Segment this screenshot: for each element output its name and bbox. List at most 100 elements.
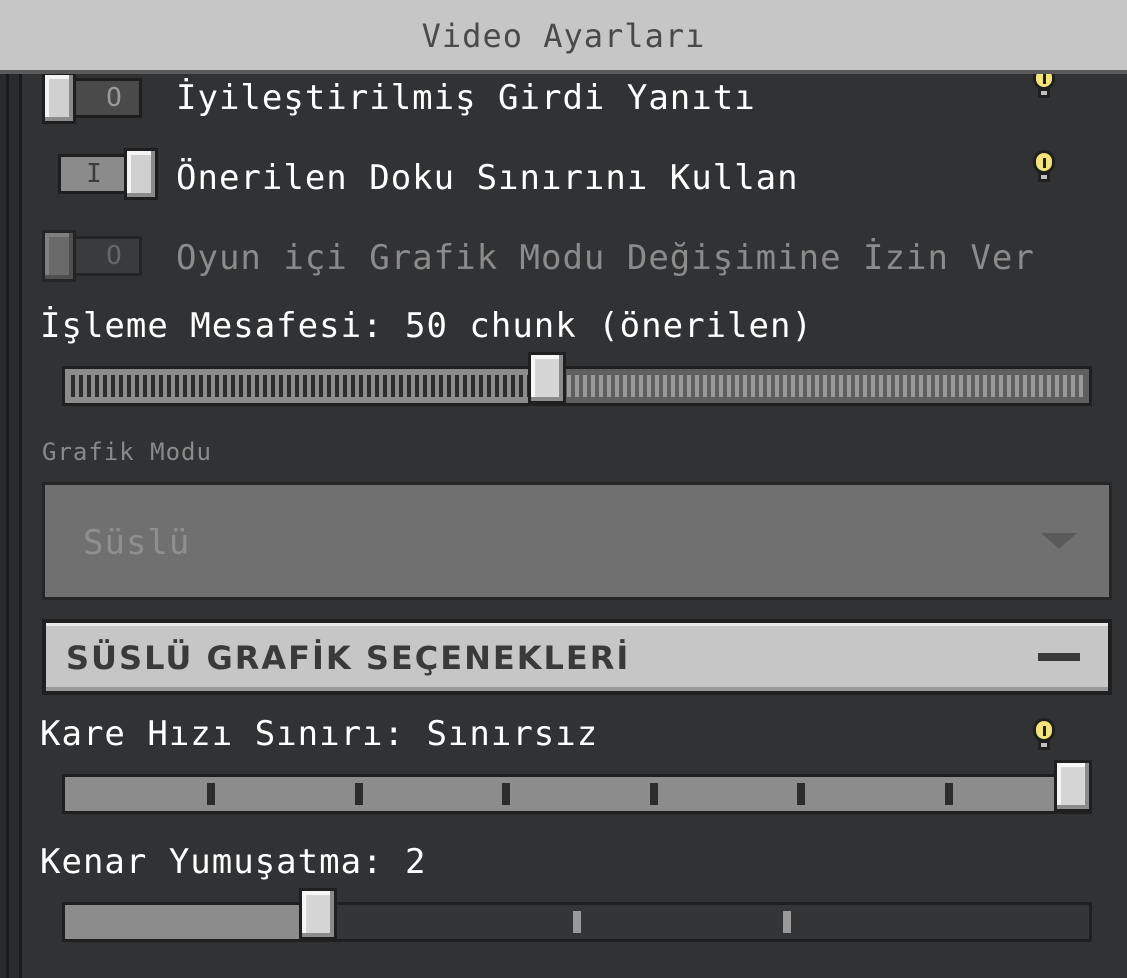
slider-segment bbox=[919, 375, 923, 397]
slider-segment bbox=[671, 375, 675, 397]
slider-segment bbox=[567, 375, 571, 397]
slider-segment bbox=[431, 375, 435, 397]
slider-segment bbox=[495, 375, 499, 397]
slider-segment bbox=[247, 375, 251, 397]
slider-segment bbox=[1007, 375, 1011, 397]
slider-segment bbox=[959, 375, 963, 397]
slider-segment bbox=[647, 375, 651, 397]
slider-segment bbox=[975, 375, 979, 397]
slider-segment bbox=[439, 375, 443, 397]
slider-segment bbox=[367, 375, 371, 397]
slider-segment bbox=[743, 375, 747, 397]
slider-segment bbox=[415, 375, 419, 397]
anti-aliasing-label: Kenar Yumuşatma: 2 bbox=[40, 842, 427, 882]
slider-segment bbox=[303, 375, 307, 397]
slider-handle[interactable] bbox=[528, 352, 566, 404]
page-title: Video Ayarları bbox=[0, 0, 1127, 74]
slider-segment bbox=[215, 375, 219, 397]
toggle-recommended-texture-limit[interactable]: I bbox=[58, 148, 158, 200]
slider-segment bbox=[631, 375, 635, 397]
slider-segment bbox=[271, 375, 275, 397]
slider-segment bbox=[511, 375, 515, 397]
slider-segment bbox=[663, 375, 667, 397]
slider-segment bbox=[999, 375, 1003, 397]
slider-handle[interactable] bbox=[299, 888, 337, 940]
slider-segment bbox=[815, 375, 819, 397]
slider-segment bbox=[983, 375, 987, 397]
slider-segment bbox=[1039, 375, 1043, 397]
slider-segment bbox=[751, 375, 755, 397]
slider-segment bbox=[791, 375, 795, 397]
slider-segment bbox=[943, 375, 947, 397]
slider-segment bbox=[327, 375, 331, 397]
info-icon[interactable] bbox=[1033, 150, 1055, 186]
toggle-symbol: I bbox=[86, 159, 102, 189]
slider-segment bbox=[863, 375, 867, 397]
slider-tick bbox=[573, 911, 581, 933]
slider-segment bbox=[855, 375, 859, 397]
slider-segment bbox=[223, 375, 227, 397]
slider-segment bbox=[375, 375, 379, 397]
chevron-down-icon bbox=[1041, 533, 1077, 549]
render-distance-slider[interactable] bbox=[62, 352, 1092, 406]
slider-segment bbox=[71, 375, 75, 397]
slider-segment bbox=[927, 375, 931, 397]
slider-segment bbox=[167, 375, 171, 397]
slider-segment bbox=[1063, 375, 1067, 397]
slider-segment bbox=[607, 375, 611, 397]
slider-segment bbox=[143, 375, 147, 397]
slider-segment bbox=[383, 375, 387, 397]
slider-tick bbox=[502, 783, 510, 805]
slider-segment bbox=[391, 375, 395, 397]
slider-segment bbox=[239, 375, 243, 397]
slider-segment bbox=[823, 375, 827, 397]
toggle-knob[interactable] bbox=[42, 74, 76, 124]
slider-segment bbox=[1079, 375, 1083, 397]
slider-handle[interactable] bbox=[1054, 760, 1092, 812]
slider-segment bbox=[1055, 375, 1059, 397]
info-icon[interactable] bbox=[1033, 74, 1055, 102]
section-title: SÜSLÜ GRAFİK SEÇENEKLERİ bbox=[66, 639, 631, 677]
slider-segment bbox=[127, 375, 131, 397]
slider-segment bbox=[487, 375, 491, 397]
toggle-knob[interactable] bbox=[124, 148, 158, 200]
slider-segment bbox=[111, 375, 115, 397]
slider-segment bbox=[335, 375, 339, 397]
slider-segment bbox=[399, 375, 403, 397]
slider-segment bbox=[703, 375, 707, 397]
minus-icon[interactable] bbox=[1038, 653, 1080, 661]
slider-segment bbox=[1015, 375, 1019, 397]
slider-segment bbox=[695, 375, 699, 397]
slider-segment bbox=[519, 375, 523, 397]
slider-segment bbox=[991, 375, 995, 397]
slider-segment bbox=[471, 375, 475, 397]
slider-segment bbox=[199, 375, 203, 397]
slider-segment bbox=[183, 375, 187, 397]
slider-segment bbox=[479, 375, 483, 397]
slider-tick bbox=[783, 911, 791, 933]
info-icon[interactable] bbox=[1033, 718, 1055, 754]
slider-segment bbox=[599, 375, 603, 397]
toggle-symbol: O bbox=[106, 83, 122, 113]
slider-segment bbox=[295, 375, 299, 397]
slider-segment bbox=[591, 375, 595, 397]
slider-segment bbox=[895, 375, 899, 397]
toggle-improved-input[interactable]: O bbox=[42, 74, 142, 124]
slider-segment bbox=[119, 375, 123, 397]
slider-segment bbox=[711, 375, 715, 397]
fancy-graphics-section[interactable]: SÜSLÜ GRAFİK SEÇENEKLERİ bbox=[42, 619, 1112, 695]
slider-segment bbox=[679, 375, 683, 397]
slider-segment bbox=[359, 375, 363, 397]
slider-segment bbox=[903, 375, 907, 397]
slider-tick bbox=[944, 783, 953, 805]
graphics-mode-label: Grafik Modu bbox=[42, 438, 212, 466]
slider-segment bbox=[87, 375, 91, 397]
slider-segment bbox=[135, 375, 139, 397]
toggle-ingame-graphics-mode: O bbox=[42, 230, 142, 282]
slider-segment bbox=[887, 375, 891, 397]
anti-aliasing-slider[interactable] bbox=[62, 888, 1092, 942]
frame-rate-slider[interactable] bbox=[62, 760, 1092, 814]
slider-segment bbox=[175, 375, 179, 397]
slider-segment bbox=[623, 375, 627, 397]
scroll-rail[interactable] bbox=[0, 74, 22, 978]
